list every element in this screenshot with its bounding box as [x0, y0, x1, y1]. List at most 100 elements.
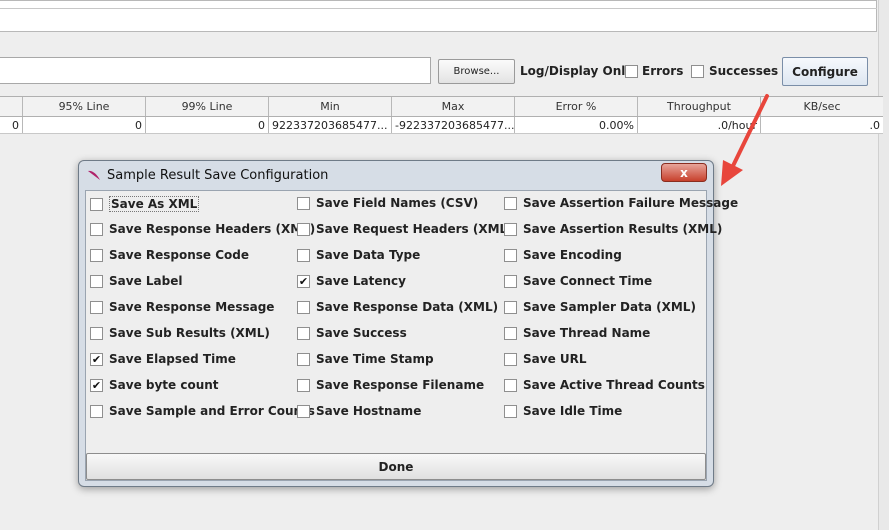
save-response-data-xml-checkbox[interactable] [297, 300, 310, 314]
option-save-active-thread-counts[interactable]: Save Active Thread Counts [504, 378, 705, 392]
save-idle-time-checkbox[interactable] [504, 404, 517, 418]
option-save-hostname[interactable]: Save Hostname [297, 404, 421, 418]
log-display-label: Log/Display Only: [520, 64, 638, 78]
save-request-headers-xml-label: Save Request Headers (XML) [316, 222, 513, 236]
dialog-title: Sample Result Save Configuration [107, 168, 329, 183]
option-save-sample-and-error-counts[interactable]: Save Sample and Error Counts [90, 404, 315, 418]
save-time-stamp-checkbox[interactable] [297, 352, 310, 366]
save-assertion-results-xml-checkbox[interactable] [504, 222, 517, 236]
save-response-filename-label: Save Response Filename [316, 378, 485, 392]
top-text-area[interactable] [0, 0, 877, 32]
save-request-headers-xml-checkbox[interactable] [297, 222, 310, 236]
option-save-byte-count[interactable]: ✔ Save byte count [90, 378, 219, 392]
successes-checkbox[interactable] [691, 65, 704, 78]
save-sampler-data-xml-checkbox[interactable] [504, 300, 517, 314]
save-assertion-failure-message-label: Save Assertion Failure Message [523, 196, 739, 210]
save-label-checkbox[interactable] [90, 274, 103, 288]
save-byte-count-label: Save byte count [109, 378, 219, 392]
option-save-as-xml[interactable]: Save As XML [90, 196, 200, 212]
save-active-thread-counts-label: Save Active Thread Counts [523, 378, 705, 392]
browse-button[interactable]: Browse... [438, 59, 515, 84]
errors-checkbox[interactable] [625, 65, 638, 78]
errors-label: Errors [642, 64, 684, 78]
column-header-99-line[interactable]: 99% Line [146, 97, 269, 116]
table-cell: 0.00% [515, 117, 638, 133]
save-response-message-checkbox[interactable] [90, 300, 103, 314]
column-header-error-pct[interactable]: Error % [515, 97, 638, 116]
option-save-success[interactable]: Save Success [297, 326, 407, 340]
column-header-min[interactable]: Min [269, 97, 392, 116]
save-assertion-failure-message-checkbox[interactable] [504, 196, 517, 210]
option-save-request-headers-xml[interactable]: Save Request Headers (XML) [297, 222, 513, 236]
option-save-field-names-csv[interactable]: Save Field Names (CSV) [297, 196, 478, 210]
option-save-sub-results-xml[interactable]: Save Sub Results (XML) [90, 326, 270, 340]
save-sub-results-xml-label: Save Sub Results (XML) [109, 326, 270, 340]
jmeter-feather-icon [88, 170, 100, 180]
close-icon: x [680, 165, 688, 180]
save-response-headers-xml-checkbox[interactable] [90, 222, 103, 236]
filename-input[interactable] [0, 57, 431, 84]
option-save-thread-name[interactable]: Save Thread Name [504, 326, 650, 340]
save-latency-checkbox[interactable]: ✔ [297, 274, 310, 288]
save-as-xml-checkbox[interactable] [90, 197, 103, 211]
option-save-response-message[interactable]: Save Response Message [90, 300, 274, 314]
option-save-label[interactable]: Save Label [90, 274, 182, 288]
save-url-label: Save URL [523, 352, 587, 366]
save-byte-count-checkbox[interactable]: ✔ [90, 378, 103, 392]
save-active-thread-counts-checkbox[interactable] [504, 378, 517, 392]
save-response-message-label: Save Response Message [109, 300, 275, 314]
save-assertion-results-xml-label: Save Assertion Results (XML) [523, 222, 723, 236]
save-success-checkbox[interactable] [297, 326, 310, 340]
option-save-response-filename[interactable]: Save Response Filename [297, 378, 484, 392]
column-header[interactable] [0, 97, 23, 116]
option-save-assertion-failure-message[interactable]: Save Assertion Failure Message [504, 196, 738, 210]
save-response-filename-checkbox[interactable] [297, 378, 310, 392]
option-save-elapsed-time[interactable]: ✔ Save Elapsed Time [90, 352, 236, 366]
column-header-95-line[interactable]: 95% Line [23, 97, 146, 116]
option-save-latency[interactable]: ✔ Save Latency [297, 274, 406, 288]
save-connect-time-checkbox[interactable] [504, 274, 517, 288]
save-hostname-checkbox[interactable] [297, 404, 310, 418]
column-header-kb-sec[interactable]: KB/sec [761, 97, 883, 116]
dialog-titlebar[interactable]: Sample Result Save Configuration x [79, 161, 713, 189]
done-button[interactable]: Done [86, 453, 706, 480]
save-thread-name-checkbox[interactable] [504, 326, 517, 340]
option-save-data-type[interactable]: Save Data Type [297, 248, 420, 262]
dialog-body: Save As XML Save Response Headers (XML) Sa… [85, 190, 738, 481]
save-encoding-label: Save Encoding [523, 248, 622, 262]
table-cell: 0 [0, 117, 23, 133]
save-response-code-checkbox[interactable] [90, 248, 103, 262]
option-save-time-stamp[interactable]: Save Time Stamp [297, 352, 434, 366]
save-success-label: Save Success [316, 326, 407, 340]
save-sample-and-error-counts-checkbox[interactable] [90, 404, 103, 418]
option-save-url[interactable]: Save URL [504, 352, 587, 366]
save-sample-and-error-counts-label: Save Sample and Error Counts [109, 404, 315, 418]
save-field-names-csv-checkbox[interactable] [297, 196, 310, 210]
save-data-type-checkbox[interactable] [297, 248, 310, 262]
table-cell: 922337203685477... [269, 117, 392, 133]
save-elapsed-time-checkbox[interactable]: ✔ [90, 352, 103, 366]
annotation-arrow-icon [721, 94, 769, 186]
save-hostname-label: Save Hostname [316, 404, 422, 418]
save-response-data-xml-label: Save Response Data (XML) [316, 300, 499, 314]
save-sub-results-xml-checkbox[interactable] [90, 326, 103, 340]
successes-label: Successes [709, 64, 779, 78]
close-button[interactable]: x [661, 163, 707, 182]
save-encoding-checkbox[interactable] [504, 248, 517, 262]
save-label-label: Save Label [109, 274, 183, 288]
option-save-sampler-data-xml[interactable]: Save Sampler Data (XML) [504, 300, 696, 314]
save-latency-label: Save Latency [316, 274, 406, 288]
option-save-encoding[interactable]: Save Encoding [504, 248, 622, 262]
top-divider [0, 8, 877, 9]
option-save-connect-time[interactable]: Save Connect Time [504, 274, 652, 288]
save-url-checkbox[interactable] [504, 352, 517, 366]
option-save-response-code[interactable]: Save Response Code [90, 248, 249, 262]
save-elapsed-time-label: Save Elapsed Time [109, 352, 236, 366]
column-header-max[interactable]: Max [392, 97, 515, 116]
option-save-assertion-results-xml[interactable]: Save Assertion Results (XML) [504, 222, 722, 236]
option-save-response-headers-xml[interactable]: Save Response Headers (XML) [90, 222, 315, 236]
configure-button[interactable]: Configure [782, 57, 868, 86]
right-scrollbar[interactable] [878, 0, 889, 530]
option-save-idle-time[interactable]: Save Idle Time [504, 404, 622, 418]
option-save-response-data-xml[interactable]: Save Response Data (XML) [297, 300, 498, 314]
